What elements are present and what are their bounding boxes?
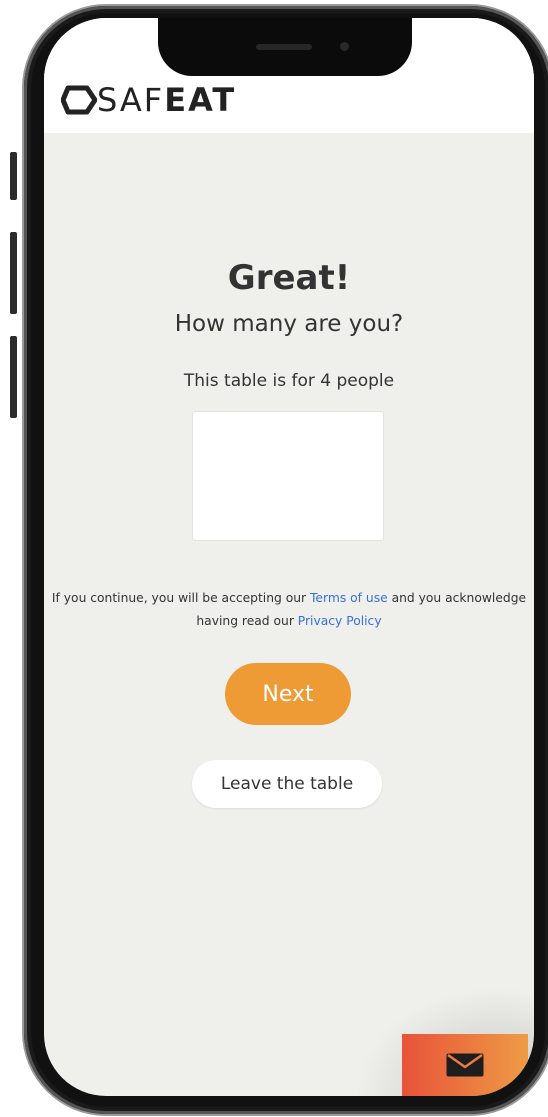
phone-side-button: [10, 152, 17, 200]
guest-count-input[interactable]: [192, 411, 384, 541]
terms-of-use-link[interactable]: Terms of use: [310, 591, 388, 605]
envelope-icon: [446, 1053, 484, 1077]
table-capacity-info: This table is for 4 people: [183, 371, 395, 391]
next-button[interactable]: Next: [225, 663, 351, 725]
privacy-policy-link[interactable]: Privacy Policy: [298, 614, 382, 628]
page-title: Great!: [227, 258, 351, 298]
earpiece-speaker: [256, 44, 312, 50]
safeat-logo-icon: [61, 85, 97, 115]
page-subtitle: How many are you?: [174, 311, 404, 337]
leave-table-button[interactable]: Leave the table: [192, 760, 382, 808]
logo-wordmark: SAFEAT: [97, 84, 236, 116]
app-screen: SAFEAT Great! How many are you? This tab…: [44, 18, 534, 1096]
front-camera: [340, 42, 349, 51]
phone-volume-up-button: [10, 232, 17, 314]
legal-notice: If you continue, you will be accepting o…: [44, 587, 534, 633]
phone-volume-down-button: [10, 336, 17, 418]
legal-text-start: If you continue, you will be accepting o…: [51, 591, 311, 605]
logo-text-light: SAF: [97, 81, 165, 119]
safeat-logo: SAFEAT: [61, 84, 236, 116]
phone-notch: [158, 18, 412, 76]
contact-mail-button[interactable]: [402, 1034, 528, 1096]
logo-text-bold: EAT: [164, 81, 237, 119]
